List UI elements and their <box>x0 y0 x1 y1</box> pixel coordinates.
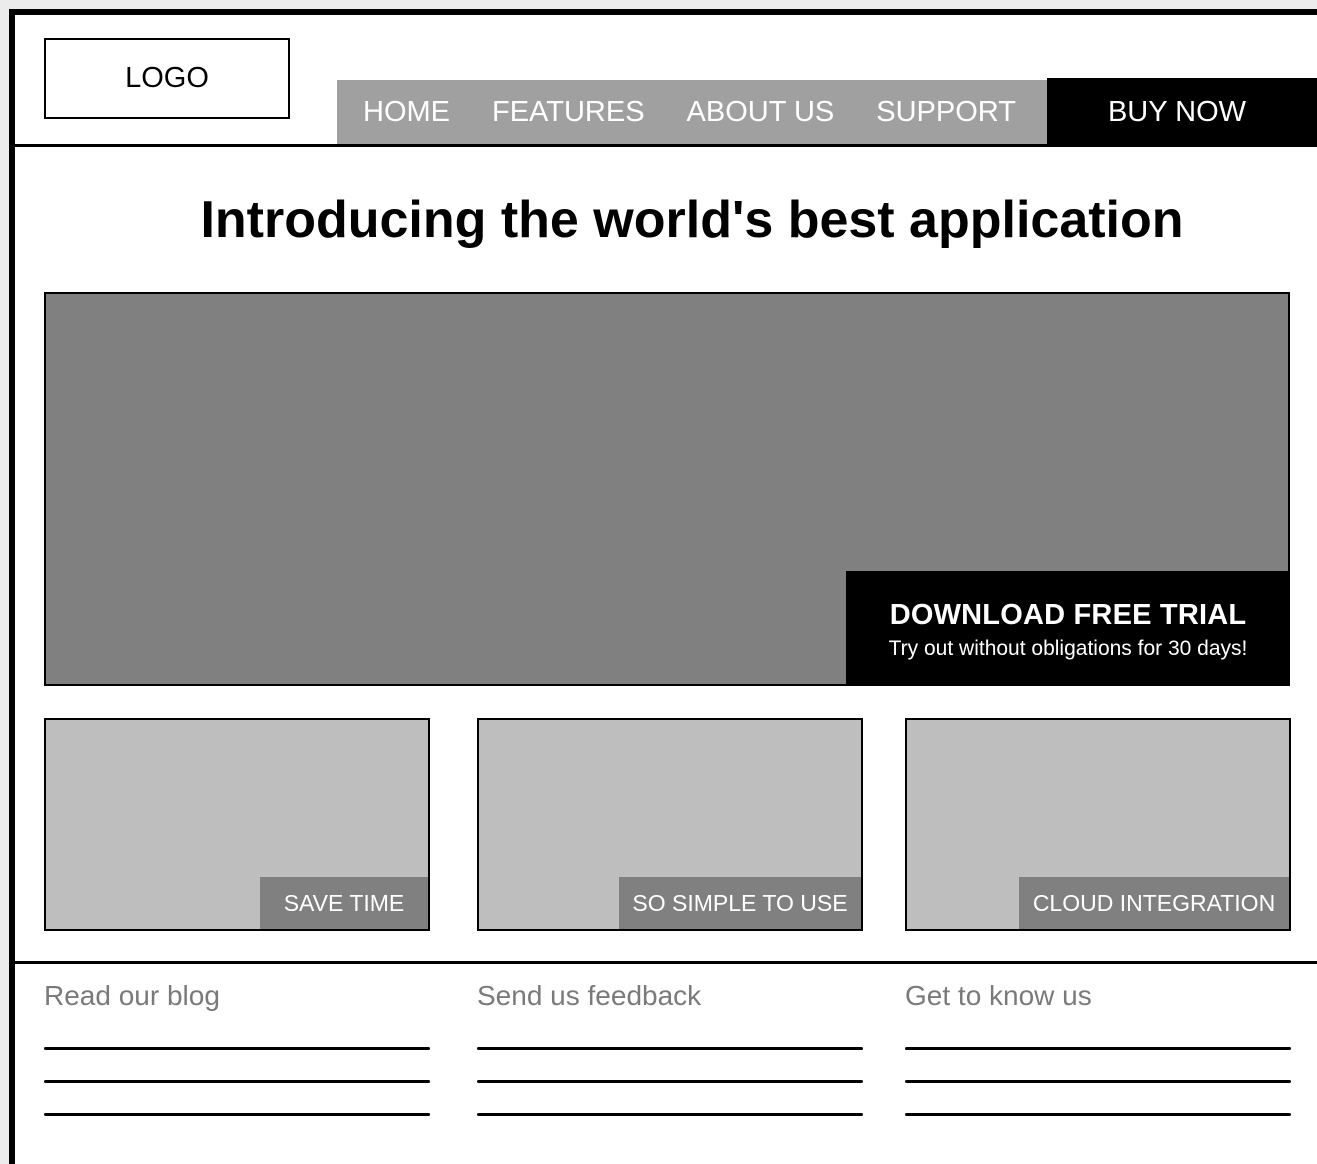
text-placeholder-line <box>905 1047 1291 1050</box>
nav-item-home[interactable]: HOME <box>363 96 450 129</box>
text-placeholder-line <box>44 1080 430 1083</box>
footer-link-blog[interactable]: Read our blog <box>44 980 430 1012</box>
nav-item-features[interactable]: FEATURES <box>492 96 645 129</box>
feature-card-cloud-integration[interactable]: CLOUD INTEGRATION <box>905 718 1291 931</box>
nav-item-support[interactable]: SUPPORT <box>876 96 1016 129</box>
buy-now-button[interactable]: BUY NOW <box>1047 78 1317 146</box>
main-nav: HOME FEATURES ABOUT US SUPPORT <box>337 80 1048 144</box>
feature-label: CLOUD INTEGRATION <box>1019 877 1289 929</box>
cta-title: DOWNLOAD FREE TRIAL <box>889 599 1247 631</box>
text-placeholder-line <box>905 1080 1291 1083</box>
feature-card-save-time[interactable]: SAVE TIME <box>44 718 430 931</box>
text-placeholder-line <box>905 1113 1291 1116</box>
footer-link-about[interactable]: Get to know us <box>905 980 1291 1012</box>
text-placeholder-line <box>44 1047 430 1050</box>
text-placeholder-line <box>477 1080 863 1083</box>
feature-label: SAVE TIME <box>260 877 428 929</box>
footer-column-about: Get to know us <box>905 980 1291 1116</box>
page-headline: Introducing the world's best application <box>200 191 1184 249</box>
header-divider <box>9 144 1317 147</box>
text-placeholder-line <box>477 1047 863 1050</box>
logo[interactable]: LOGO <box>44 38 290 119</box>
footer-column-feedback: Send us feedback <box>477 980 863 1116</box>
download-free-trial-button[interactable]: DOWNLOAD FREE TRIAL Try out without obli… <box>846 571 1290 686</box>
footer-link-feedback[interactable]: Send us feedback <box>477 980 863 1012</box>
feature-card-simple-to-use[interactable]: SO SIMPLE TO USE <box>477 718 863 931</box>
footer-column-blog: Read our blog <box>44 980 430 1116</box>
cta-subtitle: Try out without obligations for 30 days! <box>888 637 1248 660</box>
feature-label: SO SIMPLE TO USE <box>619 877 861 929</box>
nav-item-about-us[interactable]: ABOUT US <box>687 96 835 129</box>
text-placeholder-line <box>44 1113 430 1116</box>
footer-divider <box>9 961 1317 964</box>
logo-text: LOGO <box>125 62 209 94</box>
buy-now-label: BUY NOW <box>1107 95 1247 128</box>
text-placeholder-line <box>477 1113 863 1116</box>
